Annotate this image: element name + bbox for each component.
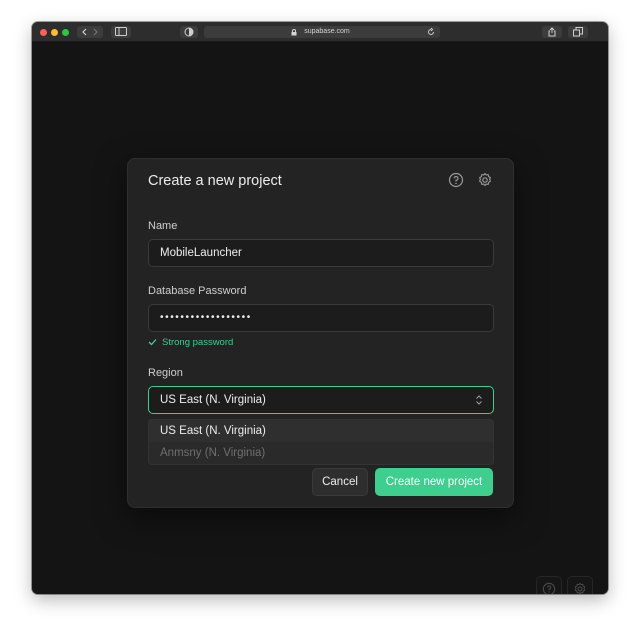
modal-title: Create a new project bbox=[148, 173, 282, 189]
help-circle-icon[interactable] bbox=[448, 172, 464, 188]
create-project-button[interactable]: Create new project bbox=[375, 468, 493, 496]
tabs-icon bbox=[573, 27, 583, 37]
minimize-window-button[interactable] bbox=[51, 29, 58, 36]
help-circle-icon bbox=[542, 582, 556, 594]
chevron-up-down-icon bbox=[476, 395, 482, 405]
sidebar-icon bbox=[115, 27, 127, 36]
region-label: Region bbox=[148, 367, 183, 379]
gear-icon[interactable] bbox=[477, 172, 493, 188]
lock-icon bbox=[291, 29, 297, 36]
region-option[interactable]: Anmsny (N. Virginia) bbox=[149, 442, 493, 464]
share-button[interactable] bbox=[542, 26, 562, 38]
password-strength: Strong password bbox=[148, 337, 233, 348]
close-window-button[interactable] bbox=[40, 29, 47, 36]
password-strength-text: Strong password bbox=[162, 337, 234, 348]
database-password-input[interactable]: •••••••••••••••••• bbox=[148, 304, 494, 332]
region-select[interactable]: US East (N. Virginia) bbox=[148, 386, 494, 414]
cancel-button[interactable]: Cancel bbox=[312, 468, 368, 496]
reload-icon[interactable] bbox=[427, 28, 435, 36]
page-content: Create a new project Name MobileLauncher… bbox=[32, 42, 608, 594]
help-button[interactable] bbox=[536, 576, 562, 594]
region-dropdown: US East (N. Virginia) Anmsny (N. Virgini… bbox=[148, 419, 494, 465]
address-bar[interactable]: supabase.com bbox=[204, 26, 440, 38]
region-option[interactable]: US East (N. Virginia) bbox=[149, 420, 493, 442]
gear-icon bbox=[574, 582, 586, 594]
tabs-overview-button[interactable] bbox=[568, 26, 588, 38]
region-selected-value: US East (N. Virginia) bbox=[160, 394, 266, 406]
check-icon bbox=[148, 339, 157, 346]
privacy-button[interactable] bbox=[180, 26, 198, 38]
sidebar-toggle-button[interactable] bbox=[111, 26, 131, 38]
name-label: Name bbox=[148, 220, 178, 232]
password-label: Database Password bbox=[148, 285, 247, 297]
browser-window: supabase.com Create a new project Name M… bbox=[32, 22, 608, 594]
shield-icon bbox=[184, 27, 194, 37]
url-text: supabase.com bbox=[304, 28, 350, 35]
browser-toolbar: supabase.com bbox=[32, 22, 608, 42]
zoom-window-button[interactable] bbox=[62, 29, 69, 36]
settings-button[interactable] bbox=[567, 576, 593, 594]
project-name-input[interactable]: MobileLauncher bbox=[148, 239, 494, 267]
back-forward-buttons[interactable] bbox=[77, 26, 103, 38]
share-icon bbox=[548, 27, 556, 37]
chevron-left-right-icon bbox=[82, 28, 98, 36]
create-project-modal: Create a new project Name MobileLauncher… bbox=[127, 158, 514, 508]
